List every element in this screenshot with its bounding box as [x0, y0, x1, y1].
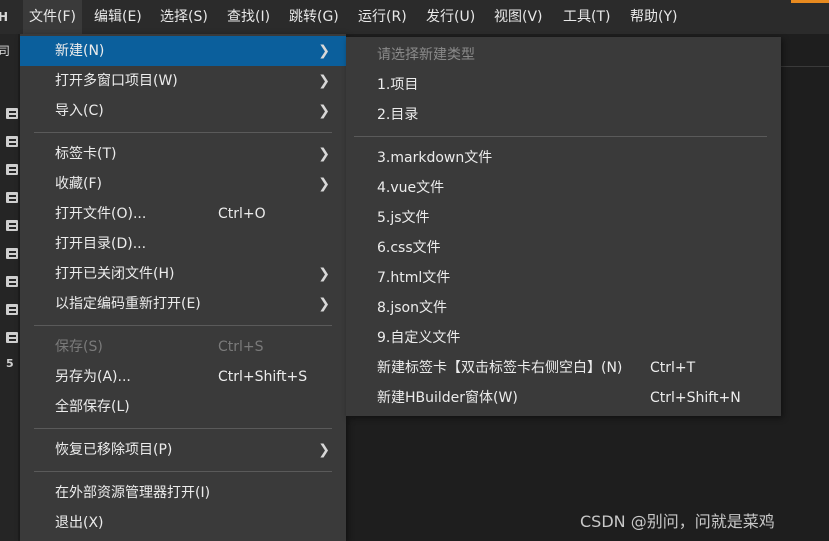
chevron-right-icon: ❯	[318, 296, 330, 312]
file-icon[interactable]	[6, 304, 18, 315]
file-menu-dropdown: 新建(N) ❯ 打开多窗口项目(W) ❯ 导入(C) ❯ 标签卡(T) ❯ 收藏…	[20, 34, 346, 541]
menu-item-open-closed-file[interactable]: 打开已关闭文件(H) ❯	[20, 259, 346, 289]
menu-item-save: 保存(S) Ctrl+S	[20, 332, 346, 362]
menu-separator	[34, 325, 332, 326]
submenu-item-custom[interactable]: 9.自定义文件	[346, 323, 781, 353]
submenu-item-shortcut: Ctrl+Shift+N	[650, 390, 741, 406]
menu-file[interactable]: 文件(F)	[23, 0, 82, 34]
menu-view[interactable]: 视图(V)	[494, 0, 543, 34]
menu-item-label: 全部保存(L)	[55, 399, 130, 415]
menu-item-label: 打开已关闭文件(H)	[55, 266, 175, 282]
file-icon[interactable]	[6, 108, 18, 119]
menu-item-label: 另存为(A)...	[55, 369, 131, 385]
submenu-item-label: 3.markdown文件	[377, 150, 493, 166]
submenu-item-markdown[interactable]: 3.markdown文件	[346, 143, 781, 173]
menu-publish[interactable]: 发行(U)	[426, 0, 475, 34]
menu-item-label: 以指定编码重新打开(E)	[55, 296, 201, 312]
submenu-item-new-window[interactable]: 新建HBuilder窗体(W) Ctrl+Shift+N	[346, 383, 781, 413]
submenu-item-project[interactable]: 1.项目	[346, 70, 781, 100]
menu-item-open-file[interactable]: 打开文件(O)... Ctrl+O	[20, 199, 346, 229]
menu-run[interactable]: 运行(R)	[358, 0, 407, 34]
new-submenu: 请选择新建类型 1.项目 2.目录 3.markdown文件 4.vue文件 5…	[346, 37, 781, 416]
submenu-header: 请选择新建类型	[346, 40, 781, 70]
menu-item-label: 打开多窗口项目(W)	[55, 73, 178, 89]
menu-item-label: 导入(C)	[55, 103, 104, 119]
menu-separator	[34, 132, 332, 133]
menu-item-label: 新建(N)	[55, 43, 105, 59]
menu-separator	[354, 136, 767, 137]
menu-find[interactable]: 查找(I)	[227, 0, 270, 34]
file-type-icon[interactable]: 5	[6, 357, 14, 370]
file-icon[interactable]	[6, 192, 18, 203]
chevron-right-icon: ❯	[318, 176, 330, 192]
chevron-right-icon: ❯	[318, 442, 330, 458]
menu-item-reopen-with-encoding[interactable]: 以指定编码重新打开(E) ❯	[20, 289, 346, 319]
menu-item-new[interactable]: 新建(N) ❯	[20, 36, 346, 66]
submenu-item-label: 8.json文件	[377, 300, 447, 316]
submenu-item-vue[interactable]: 4.vue文件	[346, 173, 781, 203]
menu-item-open-in-explorer[interactable]: 在外部资源管理器打开(I)	[20, 478, 346, 508]
window-accent-bar	[791, 0, 829, 3]
submenu-item-label: 2.目录	[377, 107, 419, 123]
menu-item-label: 打开目录(D)...	[55, 236, 147, 252]
menu-bar: H 文件(F) 编辑(E) 选择(S) 查找(I) 跳转(G) 运行(R) 发行…	[0, 0, 829, 34]
submenu-item-label: 1.项目	[377, 77, 419, 93]
submenu-item-label: 5.js文件	[377, 210, 430, 226]
menu-help[interactable]: 帮助(Y)	[630, 0, 677, 34]
submenu-item-directory[interactable]: 2.目录	[346, 100, 781, 130]
menu-item-save-all[interactable]: 全部保存(L)	[20, 392, 346, 422]
menu-item-import[interactable]: 导入(C) ❯	[20, 96, 346, 126]
menu-separator	[34, 428, 332, 429]
submenu-item-label: 7.html文件	[377, 270, 451, 286]
watermark-text: CSDN @别问，问就是菜鸡	[580, 512, 775, 531]
menu-item-shortcut: Ctrl+O	[218, 206, 266, 222]
menu-item-open-multi-window[interactable]: 打开多窗口项目(W) ❯	[20, 66, 346, 96]
chevron-right-icon: ❯	[318, 266, 330, 282]
chevron-right-icon: ❯	[318, 73, 330, 89]
submenu-item-css[interactable]: 6.css文件	[346, 233, 781, 263]
menu-item-shortcut: Ctrl+Shift+S	[218, 369, 308, 385]
chevron-right-icon: ❯	[318, 43, 330, 59]
menu-item-exit[interactable]: 退出(X)	[20, 508, 346, 538]
menu-item-tabs[interactable]: 标签卡(T) ❯	[20, 139, 346, 169]
menu-item-restore-removed[interactable]: 恢复已移除项目(P) ❯	[20, 435, 346, 465]
file-icon[interactable]	[6, 332, 18, 343]
menu-edit[interactable]: 编辑(E)	[94, 0, 142, 34]
submenu-item-shortcut: Ctrl+T	[650, 360, 696, 376]
submenu-item-label: 6.css文件	[377, 240, 441, 256]
submenu-item-js[interactable]: 5.js文件	[346, 203, 781, 233]
menu-separator	[34, 471, 332, 472]
menu-item-save-as[interactable]: 另存为(A)... Ctrl+Shift+S	[20, 362, 346, 392]
file-icon[interactable]	[6, 136, 18, 147]
submenu-item-label: 9.自定义文件	[377, 330, 461, 346]
submenu-item-label: 新建HBuilder窗体(W)	[377, 390, 518, 406]
menu-item-label: 恢复已移除项目(P)	[55, 442, 173, 458]
menu-item-label: 打开文件(O)...	[55, 206, 147, 222]
menu-goto[interactable]: 跳转(G)	[289, 0, 339, 34]
file-icon[interactable]	[6, 248, 18, 259]
menu-item-label: 保存(S)	[55, 339, 103, 355]
menu-item-label: 退出(X)	[55, 515, 104, 531]
menu-item-label: 在外部资源管理器打开(I)	[55, 485, 211, 501]
menu-item-label: 标签卡(T)	[55, 146, 117, 162]
app-logo-icon: H	[0, 10, 9, 24]
chevron-right-icon: ❯	[318, 103, 330, 119]
menu-item-favorites[interactable]: 收藏(F) ❯	[20, 169, 346, 199]
submenu-item-label: 新建标签卡【双击标签卡右侧空白】(N)	[377, 360, 623, 376]
file-icon[interactable]	[6, 220, 18, 231]
menu-item-shortcut: Ctrl+S	[218, 339, 264, 355]
menu-select[interactable]: 选择(S)	[160, 0, 208, 34]
sidebar-tab-label[interactable]: 司	[0, 42, 10, 59]
file-icon[interactable]	[6, 164, 18, 175]
submenu-item-html[interactable]: 7.html文件	[346, 263, 781, 293]
submenu-header-label: 请选择新建类型	[377, 47, 475, 63]
submenu-item-json[interactable]: 8.json文件	[346, 293, 781, 323]
chevron-right-icon: ❯	[318, 146, 330, 162]
menu-item-label: 收藏(F)	[55, 176, 102, 192]
menu-item-open-directory[interactable]: 打开目录(D)...	[20, 229, 346, 259]
submenu-item-new-tab[interactable]: 新建标签卡【双击标签卡右侧空白】(N) Ctrl+T	[346, 353, 781, 383]
file-icon[interactable]	[6, 276, 18, 287]
submenu-item-label: 4.vue文件	[377, 180, 445, 196]
menu-tools[interactable]: 工具(T)	[563, 0, 610, 34]
